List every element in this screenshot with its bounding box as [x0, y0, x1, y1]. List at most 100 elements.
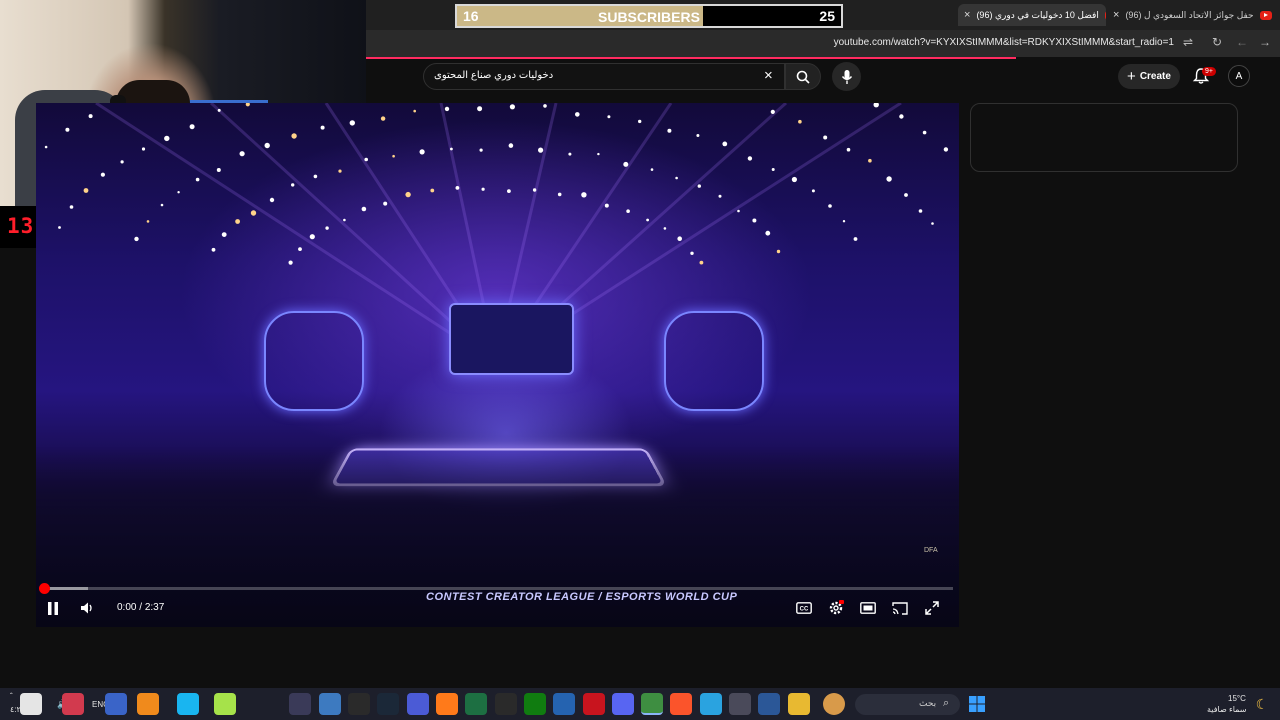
search-input[interactable]: دخوليات دوري صناع المحتوى: [434, 70, 553, 81]
app-icon[interactable]: [758, 693, 780, 715]
stage-light-dot: [697, 184, 701, 188]
stage-light-dot: [690, 251, 694, 255]
pause-button[interactable]: [42, 598, 64, 618]
search-icon: ⌕: [943, 697, 950, 709]
stage-screen-right: [664, 311, 764, 411]
stage-light-dot: [626, 209, 630, 213]
browser-tab[interactable]: × (96) حفل جوائز الاتحاد السعودي ل: [1107, 4, 1277, 26]
browser-tab-active[interactable]: × (96) افضل 10 دخوليات في دوري: [958, 4, 1106, 26]
create-button[interactable]: + Create: [1118, 64, 1180, 89]
tab-title: (96) افضل 10 دخوليات في دوري: [976, 9, 1099, 20]
brave-icon[interactable]: [670, 693, 692, 715]
stage-light-dot: [211, 247, 216, 252]
sidebar-card-placeholder: [970, 103, 1238, 172]
subscriber-goal: 25: [819, 8, 835, 24]
moon-icon: ☾: [1255, 695, 1269, 712]
total-time: 2:37: [144, 602, 165, 613]
corner-logo: DFA: [924, 547, 938, 554]
account-avatar[interactable]: A: [1228, 65, 1250, 87]
stage-light-dot: [146, 220, 150, 223]
tray-app-icon[interactable]: [214, 693, 236, 715]
close-icon[interactable]: ×: [1113, 9, 1119, 21]
stage-light-dot: [349, 120, 355, 126]
stage-light-dot: [364, 157, 369, 162]
back-icon[interactable]: →: [1259, 35, 1271, 49]
stage-light-dot: [264, 142, 270, 149]
app-icon[interactable]: [436, 693, 458, 715]
screen: 13:15:18:01 + × (96) افضل 10 دخوليات في …: [0, 0, 1280, 720]
search-box[interactable]: دخوليات دوري صناع المحتوى ×: [423, 63, 785, 90]
cast-button[interactable]: [889, 598, 911, 618]
stage-light-dot: [791, 176, 798, 183]
stage-light-dot: [752, 218, 757, 223]
close-icon[interactable]: ×: [964, 9, 970, 21]
notification-badge: 9+: [1202, 67, 1216, 76]
app-icon[interactable]: [553, 693, 575, 715]
tray-app-icon[interactable]: [137, 693, 159, 715]
gear-icon: [829, 600, 844, 615]
stage-light-dot: [380, 116, 386, 121]
taskbar-search-placeholder: بحث: [919, 698, 937, 708]
microphone-icon: [841, 69, 852, 84]
app-icon[interactable]: [289, 693, 311, 715]
stage-light-dot: [581, 192, 587, 198]
weather-temperature: 15°C: [1228, 694, 1246, 703]
stage-light-dot: [221, 232, 227, 238]
tray-up-arrow[interactable]: ˆ: [10, 692, 13, 701]
tray-app-icon[interactable]: [105, 693, 127, 715]
chrome-icon[interactable]: [641, 693, 663, 715]
store-icon[interactable]: [729, 693, 751, 715]
stage-light-dot: [44, 145, 48, 149]
voice-search-button[interactable]: [832, 62, 861, 91]
stage-light-dot: [828, 204, 832, 208]
search-icon: [796, 70, 810, 84]
stage-light-dot: [607, 115, 611, 119]
steam-icon[interactable]: [377, 693, 399, 715]
app-icon[interactable]: [583, 693, 605, 715]
subscriber-goal-bar: 16 SUBSCRIBERS 25: [455, 4, 843, 28]
url-field[interactable]: youtube.com/watch?v=KYXIXStIMMM&list=RDK…: [834, 37, 1174, 48]
taskbar-search[interactable]: بحث ⌕: [855, 694, 960, 715]
tray-app-icon[interactable]: [62, 693, 84, 715]
file-explorer-icon[interactable]: [788, 693, 810, 715]
video-player[interactable]: CONTEST CREATOR LEAGUE / ESPORTS WORLD C…: [36, 103, 959, 627]
settings-button[interactable]: [825, 598, 847, 618]
stage-light-dot: [450, 147, 453, 151]
reload-icon[interactable]: ↻: [1212, 35, 1222, 49]
scrubber-handle[interactable]: [39, 583, 50, 594]
stage-light-dot: [597, 152, 600, 156]
discord-icon[interactable]: [612, 693, 634, 715]
captions-button[interactable]: CC: [793, 598, 815, 618]
stage-light-dot: [338, 169, 342, 173]
stage-light-dot: [568, 152, 572, 156]
tray-app-icon[interactable]: [177, 693, 199, 715]
mute-button[interactable]: [76, 598, 98, 618]
notification-app-icon[interactable]: [20, 693, 42, 715]
search-button[interactable]: [785, 63, 821, 90]
excel-icon[interactable]: [465, 693, 487, 715]
progress-bar[interactable]: [39, 583, 953, 594]
stage-light-dot: [722, 141, 728, 147]
xbox-icon[interactable]: [524, 693, 546, 715]
stage-light-dot: [189, 124, 195, 130]
stage-light-dot: [361, 206, 367, 212]
fullscreen-button[interactable]: [921, 598, 943, 618]
stage-light-dot: [650, 168, 654, 171]
forward-icon[interactable]: ←: [1236, 35, 1248, 49]
weather-widget-icon[interactable]: [823, 693, 845, 715]
photos-icon[interactable]: [319, 693, 341, 715]
site-settings-icon[interactable]: ⇌: [1183, 35, 1193, 49]
app-icon[interactable]: [407, 693, 429, 715]
current-time: 0:00: [117, 602, 137, 613]
stage-light-dot: [298, 247, 302, 252]
theater-mode-button[interactable]: [857, 598, 879, 618]
stage-light-dot: [477, 106, 483, 112]
app-icon[interactable]: [348, 693, 370, 715]
stage-light-dot: [638, 119, 642, 124]
stage-light-dot: [235, 219, 241, 224]
stage-screen-left: [264, 311, 364, 411]
clear-search-icon[interactable]: ×: [764, 67, 773, 84]
app-icon[interactable]: [495, 693, 517, 715]
telegram-icon[interactable]: [700, 693, 722, 715]
windows-start-icon[interactable]: [966, 693, 988, 715]
